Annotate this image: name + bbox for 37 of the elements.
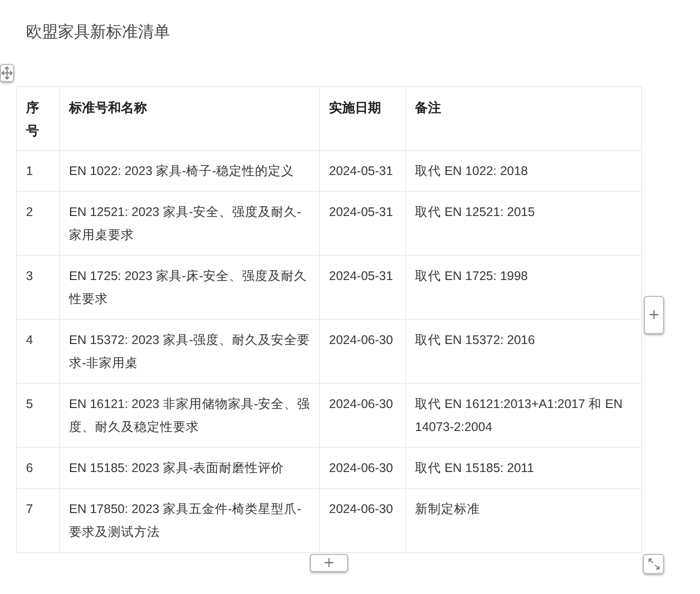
table-cell: EN 17850: 2023 家具五金件-椅类星型爪-要求及测试方法 [60, 488, 320, 552]
column-header: 标准号和名称 [60, 86, 320, 150]
table-cell: 取代 EN 1725: 1998 [406, 256, 642, 320]
resize-icon[interactable] [643, 554, 664, 574]
column-header: 备注 [406, 86, 642, 150]
table-cell: 1 [16, 150, 60, 192]
table-cell: 3 [16, 256, 60, 320]
table-cell: EN 15185: 2023 家具-表面耐磨性评价 [60, 448, 320, 488]
table-cell: 取代 EN 15372: 2016 [406, 320, 642, 384]
table-cell: 7 [16, 488, 60, 552]
table-cell: 新制定标准 [406, 488, 642, 552]
add-row-button[interactable]: + [310, 554, 348, 572]
move-handle-icon[interactable] [0, 64, 14, 82]
add-column-button[interactable]: + [644, 296, 664, 334]
table-cell: EN 15372: 2023 家具-强度、耐久及安全要求-非家用桌 [60, 320, 320, 384]
table-cell: 4 [16, 320, 60, 384]
table-cell: 2024-06-30 [320, 320, 406, 384]
table-cell: 取代 EN 16121:2013+A1:2017 和 EN 14073-2:2004 [406, 384, 642, 448]
table-cell: EN 1022: 2023 家具-椅子-稳定性的定义 [60, 150, 320, 192]
table-cell: 2024-06-30 [320, 488, 406, 552]
table-cell: 2024-05-31 [320, 256, 406, 320]
table-cell: 取代 EN 1022: 2018 [406, 150, 642, 192]
table-cell: 2024-05-31 [320, 150, 406, 192]
table-cell: 2 [16, 192, 60, 256]
table-cell: EN 16121: 2023 非家用储物家具-安全、强度、耐久及稳定性要求 [60, 384, 320, 448]
table-cell: 5 [16, 384, 60, 448]
column-header: 实施日期 [320, 86, 406, 150]
page-title: 欧盟家具新标准清单 [26, 21, 171, 43]
table-cell: 取代 EN 12521: 2015 [406, 192, 642, 256]
table-cell: 2024-05-31 [320, 192, 406, 256]
column-header: 序号 [16, 86, 60, 150]
table-cell: EN 12521: 2023 家具-安全、强度及耐久-家用桌要求 [60, 192, 320, 256]
table-cell: 2024-06-30 [320, 448, 406, 488]
table-cell: EN 1725: 2023 家具-床-安全、强度及耐久性要求 [60, 256, 320, 320]
table-cell: 取代 EN 15185: 2011 [406, 448, 642, 488]
table-cell: 2024-06-30 [320, 384, 406, 448]
table-cell: 6 [16, 448, 60, 488]
